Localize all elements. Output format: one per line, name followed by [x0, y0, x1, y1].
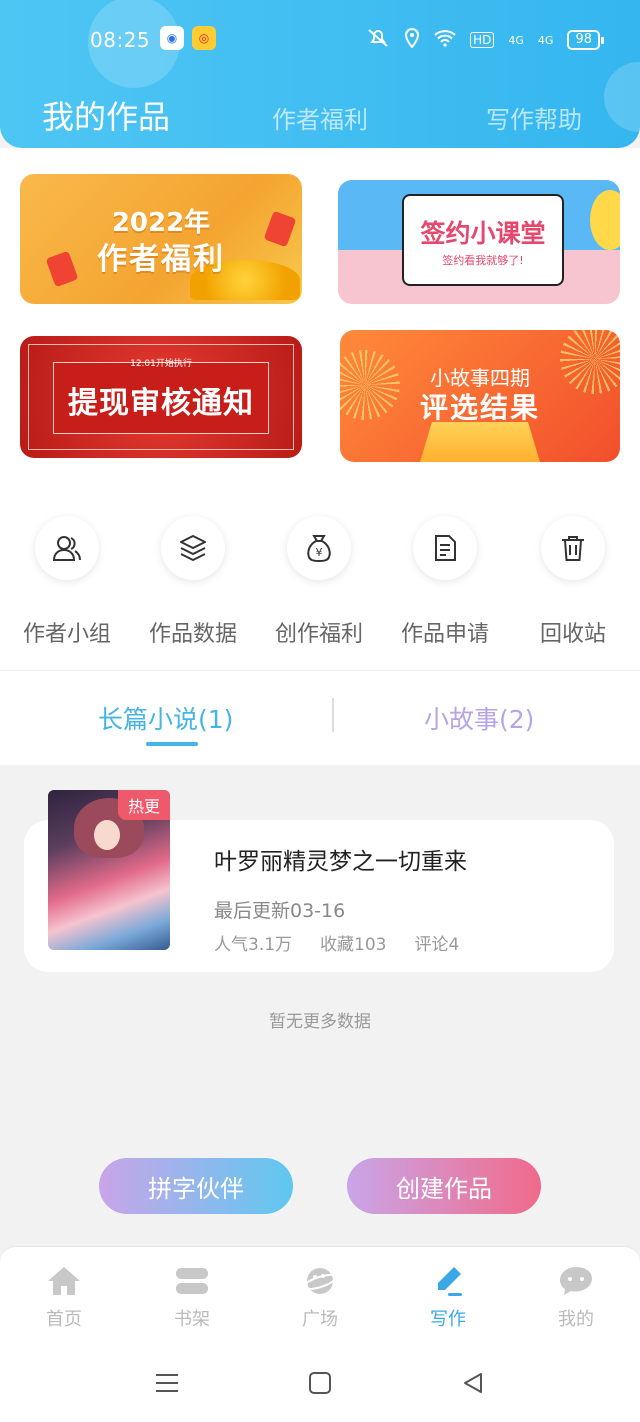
menu-icon[interactable] — [152, 1368, 182, 1398]
location-icon — [404, 27, 420, 52]
banner-author-benefits-2022[interactable]: 2022年 作者福利 — [20, 174, 302, 304]
nav-square[interactable]: 广场 — [270, 1263, 370, 1343]
home-square-icon[interactable] — [305, 1368, 335, 1398]
quick-action-label: 作者小组 — [22, 622, 111, 647]
banner-story-results[interactable]: 小故事四期 评选结果 — [340, 330, 620, 462]
quick-action-label: 作品申请 — [400, 622, 489, 647]
hot-update-badge: 热更 — [118, 790, 170, 820]
work-popularity: 人气3.1万 — [214, 935, 293, 955]
system-nav-bar — [0, 1344, 640, 1422]
banner-text: 作者福利 — [97, 242, 225, 277]
cover-art — [94, 820, 120, 850]
writing-partner-button[interactable]: 拼字伙伴 — [99, 1158, 293, 1214]
quick-action-label: 回收站 — [539, 622, 606, 647]
quick-action-creation-benefits[interactable]: ¥ 创作福利 — [256, 516, 382, 656]
work-title[interactable]: 叶罗丽精灵梦之一切重来 — [214, 842, 467, 876]
signal-4g-icon: 4G — [508, 33, 524, 47]
nav-label: 广场 — [302, 1309, 338, 1330]
work-last-updated: 最后更新03-16 — [214, 900, 346, 922]
banner-text: 提现审核通知 — [68, 386, 254, 421]
nav-label: 首页 — [46, 1309, 82, 1330]
back-triangle-icon[interactable] — [458, 1368, 488, 1398]
work-comments: 评论4 — [414, 935, 460, 955]
pen-icon — [430, 1263, 466, 1299]
quick-action-recycle-bin[interactable]: 回收站 — [510, 516, 636, 656]
tab-separator — [332, 698, 334, 732]
wifi-icon — [434, 29, 456, 51]
bottom-nav: 首页 书架 广场 写作 我的 — [0, 1246, 640, 1344]
empty-hint: 暂无更多数据 — [269, 1012, 371, 1032]
status-time: 08:25 — [90, 28, 151, 52]
home-icon — [46, 1263, 82, 1299]
banner-text: 签约小课堂 — [420, 219, 546, 248]
baidu-app-icon: ◉ — [160, 26, 184, 50]
nav-write[interactable]: 写作 — [398, 1263, 498, 1343]
active-tab-indicator — [146, 742, 198, 746]
mute-vibrate-icon — [366, 28, 390, 52]
quick-action-author-group[interactable]: 作者小组 — [4, 516, 130, 656]
quick-action-label: 创作福利 — [274, 622, 363, 647]
tab-author-benefits[interactable]: 作者福利 — [272, 100, 368, 135]
planet-icon — [302, 1263, 338, 1299]
nav-label: 写作 — [430, 1309, 466, 1330]
banner-text: 评选结果 — [419, 391, 540, 424]
header-tabs: 我的作品 作者福利 写作帮助 — [0, 92, 640, 142]
status-bar: 08:25 ◉ ◎ HD 4G 4G 98 — [0, 24, 640, 58]
create-work-button[interactable]: 创建作品 — [347, 1158, 541, 1214]
tab-novels[interactable]: 长篇小说(1) — [98, 700, 233, 736]
work-stats: 人气3.1万 收藏103 评论4 — [214, 930, 459, 955]
nav-label: 书架 — [174, 1309, 210, 1330]
divider — [0, 670, 640, 671]
document-icon — [413, 516, 477, 580]
layers-icon — [161, 516, 225, 580]
nav-mine[interactable]: 我的 — [526, 1263, 626, 1343]
banner-text: 签约看我就够了! — [442, 254, 524, 267]
app-header: 08:25 ◉ ◎ HD 4G 4G 98 我的作品 作者福利 写作帮助 — [0, 0, 640, 148]
money-bag-icon: ¥ — [287, 516, 351, 580]
chat-bubble-icon — [558, 1263, 594, 1299]
hd-icon: HD — [470, 32, 495, 48]
tab-writing-help[interactable]: 写作帮助 — [486, 100, 582, 135]
bookshelf-icon — [174, 1263, 210, 1299]
quick-action-work-application[interactable]: 作品申请 — [382, 516, 508, 656]
nav-home[interactable]: 首页 — [14, 1263, 114, 1343]
stage-image — [420, 422, 540, 462]
weibo-app-icon: ◎ — [192, 26, 216, 50]
banner-text: 12.01开始执行 — [130, 359, 192, 369]
group-icon — [35, 516, 99, 580]
battery-icon: 98 — [567, 30, 604, 50]
nav-label: 我的 — [558, 1309, 594, 1330]
quick-action-label: 作品数据 — [148, 622, 237, 647]
tab-my-works[interactable]: 我的作品 — [42, 92, 170, 138]
signal-4g-icon-2: 4G — [537, 33, 554, 47]
tab-short-stories[interactable]: 小故事(2) — [424, 700, 534, 736]
banner-withdrawal-notice[interactable]: 12.01开始执行 提现审核通知 — [20, 336, 302, 458]
banner-card: 签约小课堂 签约看我就够了! — [402, 194, 564, 286]
quick-action-work-data[interactable]: 作品数据 — [130, 516, 256, 656]
svg-text:¥: ¥ — [316, 546, 323, 559]
trash-icon — [541, 516, 605, 580]
work-favorites: 收藏103 — [320, 935, 387, 955]
nav-bookshelf[interactable]: 书架 — [142, 1263, 242, 1343]
banner-signing-class[interactable]: 签约小课堂 签约看我就够了! — [338, 180, 620, 304]
